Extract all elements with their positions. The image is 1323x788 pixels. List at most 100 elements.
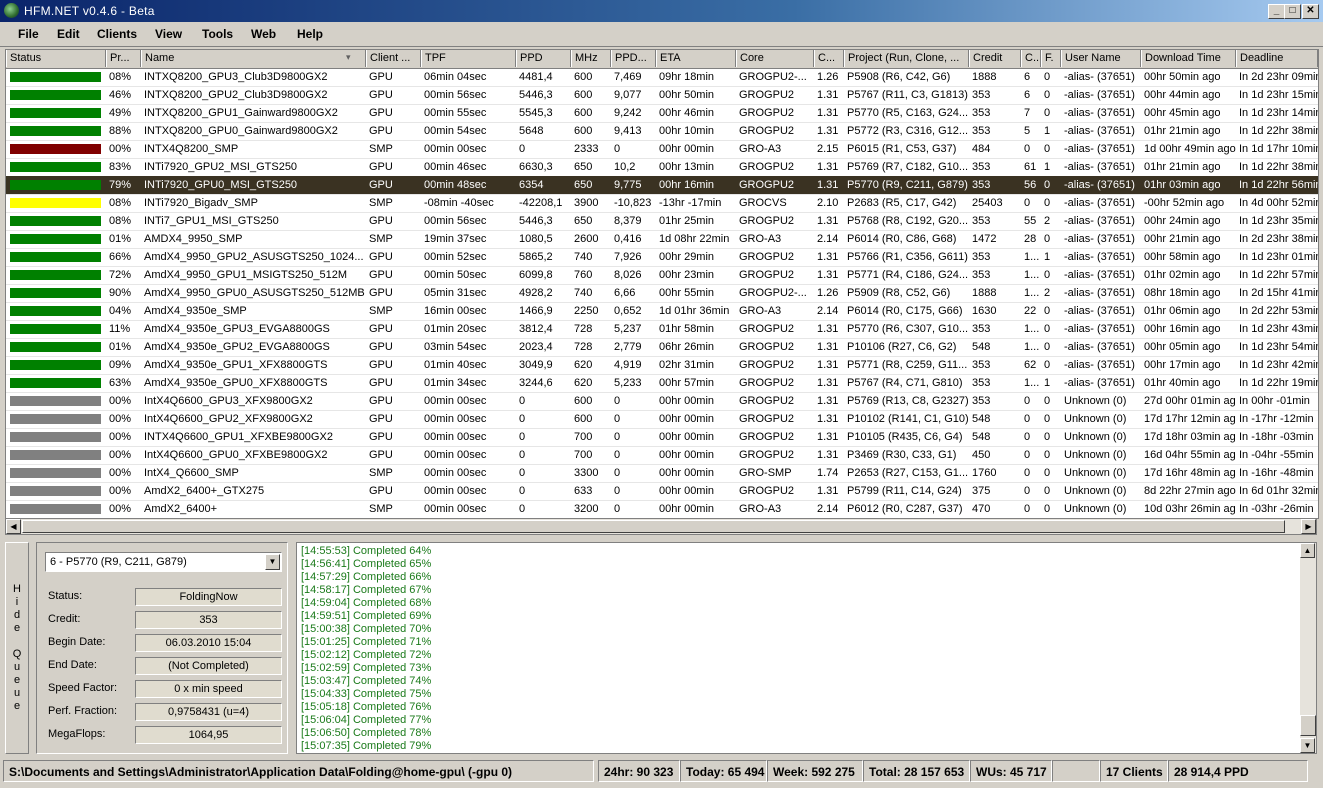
cell-c: 0: [1024, 485, 1031, 497]
cell-user: -alias- (37651): [1064, 377, 1135, 389]
cell-core: GRO-A3: [739, 503, 782, 515]
client-row[interactable]: 63% AmdX4_9350e_GPU0_XFX8800GTS GPU 01min 3…: [6, 374, 1318, 393]
client-row[interactable]: 72% AmdX4_9950_GPU1_MSIGTS250_512M GPU 00mi…: [6, 266, 1318, 285]
cell-mhz: 760: [574, 269, 593, 281]
close-button[interactable]: ✕: [1302, 4, 1319, 19]
cell-core: GROGPU2: [739, 107, 795, 119]
column-header-ppd[interactable]: PPD: [516, 50, 571, 67]
cell-core: GROGPU2: [739, 431, 795, 443]
column-header-download[interactable]: Download Time: [1141, 50, 1236, 67]
client-row[interactable]: 08% INTXQ8200_GPU3_Club3D9800GX2 GPU 06min …: [6, 68, 1318, 87]
log-scroll-thumb[interactable]: [1300, 715, 1316, 736]
cell-core: GROGPU2-...: [739, 71, 807, 83]
chevron-down-icon[interactable]: ▼: [265, 554, 280, 570]
menu-file[interactable]: File: [18, 27, 39, 41]
menu-web[interactable]: Web: [251, 27, 276, 41]
column-header-eta[interactable]: ETA: [656, 50, 736, 67]
client-row[interactable]: 46% INTXQ8200_GPU2_Club3D9800GX2 GPU 00min …: [6, 86, 1318, 105]
client-row[interactable]: 00% INTX4Q6600_GPU1_XFXBE9800GX2 GPU 00min …: [6, 428, 1318, 447]
client-row[interactable]: 08% INTi7920_Bigadv_SMP SMP -08min -40sec -4…: [6, 194, 1318, 213]
client-row[interactable]: 79% INTi7920_GPU0_MSI_GTS250 GPU 00min 48se…: [6, 176, 1318, 195]
column-header-name[interactable]: Name: [141, 50, 366, 67]
column-header-mhz[interactable]: MHz: [571, 50, 611, 67]
client-row[interactable]: 90% AmdX4_9950_GPU0_ASUSGTS250_512MB GPU 05…: [6, 284, 1318, 303]
cell-user: -alias- (37651): [1064, 179, 1135, 191]
scroll-up-icon[interactable]: ▲: [1300, 543, 1315, 558]
column-header-tpf[interactable]: TPF: [421, 50, 516, 67]
column-header-user[interactable]: User Name: [1061, 50, 1141, 67]
cell-pr: 00%: [109, 431, 132, 443]
client-row[interactable]: 49% INTXQ8200_GPU1_Gainward9800GX2 GPU 00mi…: [6, 104, 1318, 123]
cell-name: IntX4Q6600_GPU2_XFX9800GX2: [144, 413, 313, 425]
cell-ppd: 6099,8: [519, 269, 553, 281]
menu-view[interactable]: View: [155, 27, 182, 41]
cell-download: 17d 16hr 48min ago: [1144, 467, 1236, 479]
minimize-button[interactable]: _: [1268, 4, 1285, 19]
menu-edit[interactable]: Edit: [57, 27, 80, 41]
cell-client: GPU: [369, 71, 393, 83]
client-row[interactable]: 04% AmdX4_9350e_SMP SMP 16min 00sec 1466,9 22…: [6, 302, 1318, 321]
queue-field-value: 353: [135, 611, 282, 629]
column-header-credit[interactable]: Credit: [969, 50, 1021, 67]
cell-tpf: 00min 54sec: [424, 125, 487, 137]
log-vertical-scrollbar[interactable]: ▲ ▼: [1300, 543, 1316, 753]
column-header-deadline[interactable]: Deadline: [1236, 50, 1318, 67]
cell-f: 0: [1044, 143, 1051, 155]
cell-ppd: 0: [519, 467, 526, 479]
log-viewer[interactable]: [14:55:53] Completed 64% [14:56:41] Compl…: [296, 542, 1317, 754]
client-row[interactable]: 11% AmdX4_9350e_GPU3_EVGA8800GS GPU 01min 2…: [6, 320, 1318, 339]
log-line: [15:04:33] Completed 75%: [301, 688, 432, 700]
client-row[interactable]: 01% AMDX4_9950_SMP SMP 19min 37sec 1080,5 260…: [6, 230, 1318, 249]
status-indicator: [10, 324, 101, 334]
column-header-project[interactable]: Project (Run, Clone, ...: [844, 50, 969, 67]
client-row[interactable]: 00% AmdX2_6400+ SMP 00min 00sec 0 3200 0 00hr 0…: [6, 500, 1318, 518]
cell-download: 01hr 06min ago: [1144, 305, 1221, 317]
log-line: [15:03:47] Completed 74%: [301, 675, 432, 687]
column-header-f[interactable]: F.: [1041, 50, 1061, 67]
scroll-left-icon[interactable]: ◀: [6, 519, 21, 534]
scroll-down-icon[interactable]: ▼: [1300, 738, 1315, 753]
scroll-thumb[interactable]: [22, 520, 1285, 533]
queue-select[interactable]: 6 - P5770 (R9, C211, G879) ▼: [45, 552, 282, 572]
maximize-button[interactable]: □: [1284, 4, 1301, 19]
cell-ppdmhz: 10,2: [614, 161, 636, 173]
cell-eta: 00hr 10min: [659, 125, 715, 137]
column-header-client[interactable]: Client ...: [366, 50, 421, 67]
horizontal-scrollbar[interactable]: ◀ ▶: [5, 518, 1317, 535]
column-header-cv[interactable]: C...: [814, 50, 844, 67]
client-row[interactable]: 08% INTi7_GPU1_MSI_GTS250 GPU 00min 56sec 54…: [6, 212, 1318, 231]
column-header-pr[interactable]: Pr...: [106, 50, 141, 67]
client-row[interactable]: 00% AmdX2_6400+_GTX275 GPU 00min 00sec 0 633 0…: [6, 482, 1318, 501]
cell-client: SMP: [369, 467, 393, 479]
client-row[interactable]: 00% INTX4Q8200_SMP SMP 00min 00sec 0 2333 0 00h…: [6, 140, 1318, 159]
cell-user: Unknown (0): [1064, 467, 1127, 479]
cell-tpf: 00min 55sec: [424, 107, 487, 119]
client-row[interactable]: 00% IntX4Q6600_GPU0_XFXBE9800GX2 GPU 00min …: [6, 446, 1318, 465]
client-row[interactable]: 09% AmdX4_9350e_GPU1_XFX8800GTS GPU 01min 4…: [6, 356, 1318, 375]
cell-core: GROGPU2: [739, 341, 795, 353]
cell-user: -alias- (37651): [1064, 143, 1135, 155]
client-row[interactable]: 01% AmdX4_9350e_GPU2_EVGA8800GS GPU 03min 5…: [6, 338, 1318, 357]
menu-tools[interactable]: Tools: [202, 27, 233, 41]
client-row[interactable]: 00% IntX4Q6600_GPU3_XFX9800GX2 GPU 00min 00…: [6, 392, 1318, 411]
column-header-ppdmhz[interactable]: PPD...: [611, 50, 656, 67]
cell-c: 0: [1024, 143, 1031, 155]
clients-grid[interactable]: Status Pr... Name Client ... TPF PPD MHz PPD...…: [5, 49, 1319, 519]
cell-ppdmhz: 9,775: [614, 179, 642, 191]
menu-clients[interactable]: Clients: [97, 27, 137, 41]
cell-pr: 90%: [109, 287, 132, 299]
column-header-status[interactable]: Status: [6, 50, 106, 67]
cell-project: P5767 (R11, C3, G1813): [847, 89, 968, 101]
status-indicator: [10, 126, 101, 136]
client-row[interactable]: 66% AmdX4_9950_GPU2_ASUSGTS250_1024... GPU…: [6, 248, 1318, 267]
client-row[interactable]: 00% IntX4_Q6600_SMP SMP 00min 00sec 0 3300 0 00…: [6, 464, 1318, 483]
column-header-c[interactable]: C...: [1021, 50, 1041, 67]
client-row[interactable]: 83% INTi7920_GPU2_MSI_GTS250 GPU 00min 46se…: [6, 158, 1318, 177]
menu-help[interactable]: Help: [297, 27, 323, 41]
hide-queue-tab[interactable]: Hide Queue: [5, 542, 29, 754]
scroll-right-icon[interactable]: ▶: [1301, 519, 1316, 534]
column-header-core[interactable]: Core: [736, 50, 814, 67]
client-row[interactable]: 00% IntX4Q6600_GPU2_XFX9800GX2 GPU 00min 00…: [6, 410, 1318, 429]
cell-tpf: 05min 31sec: [424, 287, 487, 299]
client-row[interactable]: 88% INTXQ8200_GPU0_Gainward9800GX2 GPU 00mi…: [6, 122, 1318, 141]
